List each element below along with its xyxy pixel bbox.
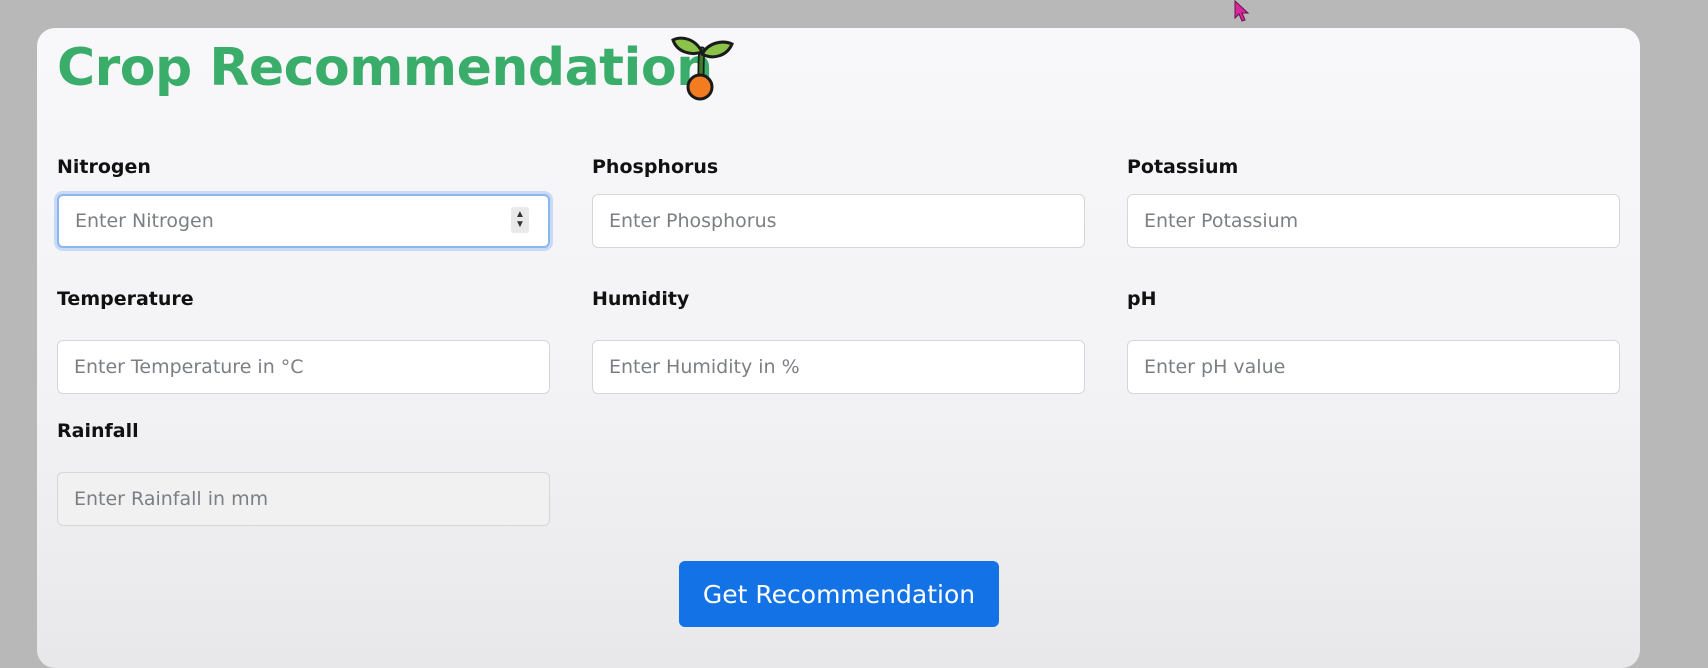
page-title: Crop Recommendation (57, 38, 713, 98)
label-phosphorus: Phosphorus (592, 156, 719, 178)
rainfall-input[interactable] (57, 472, 550, 526)
humidity-input[interactable] (592, 340, 1085, 394)
temperature-input[interactable] (57, 340, 550, 394)
mouse-pointer-icon (1234, 0, 1250, 22)
sprout-icon (671, 36, 734, 101)
stepper-down-icon[interactable]: ▼ (515, 220, 525, 230)
ph-input[interactable] (1127, 340, 1620, 394)
label-potassium: Potassium (1127, 156, 1239, 178)
phosphorus-input[interactable] (592, 194, 1085, 248)
nitrogen-stepper[interactable]: ▲ ▼ (511, 207, 529, 233)
label-temperature: Temperature (57, 288, 194, 310)
label-humidity: Humidity (592, 288, 690, 310)
form-card: Crop Recommendation Nitrogen ▲ ▼ Phospho… (37, 28, 1640, 668)
label-ph: pH (1127, 288, 1157, 310)
nitrogen-input[interactable] (57, 194, 550, 248)
label-rainfall: Rainfall (57, 420, 139, 442)
label-nitrogen: Nitrogen (57, 156, 151, 178)
potassium-input[interactable] (1127, 194, 1620, 248)
get-recommendation-button[interactable]: Get Recommendation (679, 561, 999, 627)
